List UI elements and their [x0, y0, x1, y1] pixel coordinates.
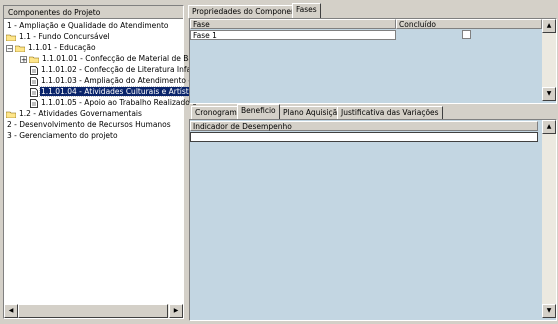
- tree-item-label: 1 - Ampliação e Qualidade do Atendimento: [7, 21, 169, 30]
- tree-item-label: 1.1.01.03 - Ampliação do Atendimento em: [41, 76, 201, 85]
- table-row[interactable]: [190, 132, 538, 142]
- tree-item-label: 1.1.01.05 - Apoio ao Trabalho Realizado …: [41, 98, 197, 107]
- tree-header: Componentes do Projeto: [4, 6, 183, 19]
- tree-item-1[interactable]: 1 - Ampliação e Qualidade do Atendimento: [6, 21, 170, 31]
- tree-item-label: 1.1.01.01 - Confecção de Material de Bas: [42, 54, 197, 63]
- completed-checkbox[interactable]: [462, 30, 471, 39]
- table-cell-phase[interactable]: Fase 1: [190, 30, 396, 40]
- tree-item-label: 2 - Desenvolvimento de Recursos Humanos: [7, 120, 171, 129]
- document-icon: [30, 98, 38, 108]
- tab-label: Propriedades do Componente: [192, 7, 304, 16]
- expand-icon[interactable]: +: [20, 55, 27, 63]
- tree-item-3[interactable]: 3 - Gerenciamento do projeto: [6, 131, 119, 141]
- column-header-completed[interactable]: Concluído: [396, 19, 542, 29]
- collapse-icon[interactable]: −: [6, 44, 13, 52]
- phases-grid: Fase Concluído Fase 1 ▲ ▼: [189, 18, 557, 104]
- scroll-down-icon[interactable]: ▼: [542, 304, 556, 318]
- indicator-grid: Indicador de Desempenho ▲ ▼: [189, 119, 557, 321]
- column-header-phase[interactable]: Fase: [190, 19, 396, 29]
- document-icon: [30, 87, 38, 97]
- scroll-left-icon[interactable]: ◀: [4, 304, 18, 318]
- tree-item-label: 1.1.01.04 - Atividades Culturais e Artís…: [39, 86, 202, 97]
- tree-item-label: 3 - Gerenciamento do projeto: [7, 131, 118, 140]
- tab-phases[interactable]: Fases: [292, 3, 321, 18]
- folder-icon: [15, 45, 25, 52]
- tree-item-1-1-01-02[interactable]: 1.1.01.02 - Confecção de Literatura Infa…: [30, 65, 197, 75]
- scroll-up-icon[interactable]: ▲: [542, 120, 556, 134]
- tree-item-label: 1.1 - Fundo Concursável: [19, 32, 110, 41]
- tree-item-1-1-01-05[interactable]: 1.1.01.05 - Apoio ao Trabalho Realizado …: [30, 98, 197, 108]
- folder-icon: [6, 111, 16, 118]
- tab-variance-justification[interactable]: Justificativa das Variações: [337, 106, 443, 119]
- tab-label: Plano Aquisição: [283, 108, 342, 117]
- tab-benefit[interactable]: Beneficio: [237, 104, 280, 119]
- tree-item-1-1[interactable]: 1.1 - Fundo Concursável: [6, 32, 111, 42]
- folder-icon: [29, 56, 39, 63]
- tree-item-label: 1.1.01 - Educação: [28, 43, 96, 52]
- components-tree-panel: Componentes do Projeto 1 - Ampliação e Q…: [3, 5, 202, 319]
- tree-item-1-1-01-04[interactable]: 1.1.01.04 - Atividades Culturais e Artís…: [30, 86, 202, 97]
- indicator-vertical-scrollbar[interactable]: ▲ ▼: [542, 120, 556, 318]
- document-icon: [30, 65, 38, 75]
- folder-icon: [6, 34, 16, 41]
- column-header-performance-indicator[interactable]: Indicador de Desempenho: [190, 121, 538, 131]
- tab-label: Cronograma: [195, 108, 242, 117]
- scroll-thumb[interactable]: [18, 304, 168, 318]
- scroll-up-icon[interactable]: ▲: [542, 19, 556, 33]
- scroll-right-icon[interactable]: ▶: [169, 304, 183, 318]
- tree-item-1-1-01-01[interactable]: +1.1.01.01 - Confecção de Material de Ba…: [20, 54, 198, 64]
- tree-item-1-1-01-03[interactable]: 1.1.01.03 - Ampliação do Atendimento em: [30, 76, 201, 86]
- tree-item-2[interactable]: 2 - Desenvolvimento de Recursos Humanos: [6, 120, 172, 130]
- tree-horizontal-scrollbar[interactable]: ◀ ▶: [4, 304, 183, 318]
- tab-label: Fases: [296, 5, 317, 14]
- document-icon: [30, 76, 38, 86]
- tree-item-label: 1.2 - Atividades Governamentais: [19, 109, 142, 118]
- tree-item-label: 1.1.01.02 - Confecção de Literatura Infa…: [41, 65, 196, 74]
- tab-label: Justificativa das Variações: [341, 108, 439, 117]
- tab-acquisition-plan[interactable]: Plano Aquisição: [279, 106, 346, 119]
- tree-item-1-1-01[interactable]: − 1.1.01 - Educação: [6, 43, 97, 53]
- tab-component-properties[interactable]: Propriedades do Componente: [188, 5, 308, 18]
- phases-vertical-scrollbar[interactable]: ▲ ▼: [542, 19, 556, 101]
- tree-item-1-2[interactable]: 1.2 - Atividades Governamentais: [6, 109, 143, 119]
- tab-label: Beneficio: [241, 106, 276, 115]
- scroll-down-icon[interactable]: ▼: [542, 87, 556, 101]
